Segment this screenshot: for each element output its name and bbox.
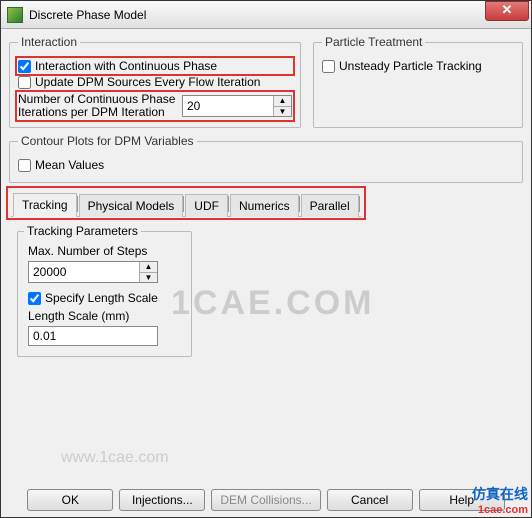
app-icon xyxy=(7,7,23,23)
injections-button[interactable]: Injections... xyxy=(119,489,205,511)
length-scale-input[interactable] xyxy=(28,326,158,346)
close-icon: ✕ xyxy=(502,2,513,17)
titlebar: Discrete Phase Model ✕ xyxy=(1,1,531,29)
spin-down-icon[interactable]: ▼ xyxy=(274,107,291,117)
chk-length-row: Specify Length Scale xyxy=(28,291,181,305)
tabstrip-highlight: Tracking Physical Models UDF Numerics Pa… xyxy=(9,189,363,217)
tab-parallel[interactable]: Parallel xyxy=(301,194,359,217)
length-scale-label: Length Scale (mm) xyxy=(28,309,181,323)
chk-unsteady-label: Unsteady Particle Tracking xyxy=(339,59,482,73)
chk-continuous-label: Interaction with Continuous Phase xyxy=(35,59,217,73)
iterations-spinner: ▲ ▼ xyxy=(182,95,292,117)
chk-continuous-phase[interactable] xyxy=(18,60,31,73)
cancel-button[interactable]: Cancel xyxy=(327,489,413,511)
chk-specify-length-scale[interactable] xyxy=(28,292,41,305)
max-steps-input[interactable] xyxy=(29,262,139,282)
chk-unsteady-tracking[interactable] xyxy=(322,60,335,73)
iterations-input[interactable] xyxy=(183,96,273,116)
ok-button[interactable]: OK xyxy=(27,489,113,511)
dialog-button-row: OK Injections... DEM Collisions... Cance… xyxy=(1,489,531,511)
dialog-window: Discrete Phase Model ✕ Interaction Inter… xyxy=(0,0,532,518)
spin-down-icon[interactable]: ▼ xyxy=(140,273,157,283)
particle-treatment-group: Particle Treatment Unsteady Particle Tra… xyxy=(313,35,523,128)
help-button[interactable]: Help xyxy=(419,489,505,511)
interaction-group: Interaction Interaction with Continuous … xyxy=(9,35,301,128)
window-title: Discrete Phase Model xyxy=(29,8,485,22)
chk-update-dpm-sources[interactable] xyxy=(18,76,31,89)
tab-tracking[interactable]: Tracking xyxy=(13,193,77,217)
tracking-params-legend: Tracking Parameters xyxy=(24,224,141,238)
dem-collisions-button[interactable]: DEM Collisions... xyxy=(211,489,320,511)
chk-mean-label: Mean Values xyxy=(35,158,104,172)
chk-mean-row: Mean Values xyxy=(18,158,514,172)
tab-numerics[interactable]: Numerics xyxy=(230,194,299,217)
chk-update-label: Update DPM Sources Every Flow Iteration xyxy=(35,75,260,89)
interaction-legend: Interaction xyxy=(18,35,80,49)
chk-update-row: Update DPM Sources Every Flow Iteration xyxy=(18,75,292,89)
iterations-spin-row: Number of Continuous Phase Iterations pe… xyxy=(18,93,292,119)
watermark-big: 1CAE.COM xyxy=(171,284,374,323)
dialog-body: Interaction Interaction with Continuous … xyxy=(1,29,531,517)
contour-legend: Contour Plots for DPM Variables xyxy=(18,134,197,148)
chk-unsteady-row: Unsteady Particle Tracking xyxy=(322,59,514,73)
chk-length-label: Specify Length Scale xyxy=(45,291,158,305)
tab-physical-models[interactable]: Physical Models xyxy=(79,194,184,217)
chk-mean-values[interactable] xyxy=(18,159,31,172)
particle-legend: Particle Treatment xyxy=(322,35,425,49)
watermark-url: www.1cae.com xyxy=(61,449,169,467)
max-steps-label: Max. Number of Steps xyxy=(28,244,181,258)
iterations-label: Number of Continuous Phase Iterations pe… xyxy=(18,93,178,119)
tabstrip: Tracking Physical Models UDF Numerics Pa… xyxy=(11,191,361,217)
tracking-parameters-group: Tracking Parameters Max. Number of Steps… xyxy=(17,231,192,357)
contour-group: Contour Plots for DPM Variables Mean Val… xyxy=(9,134,523,183)
chk-continuous-row: Interaction with Continuous Phase xyxy=(18,59,292,73)
max-steps-spinner: ▲ ▼ xyxy=(28,261,158,283)
close-button[interactable]: ✕ xyxy=(485,1,529,21)
spin-up-icon[interactable]: ▲ xyxy=(140,262,157,273)
spin-up-icon[interactable]: ▲ xyxy=(274,96,291,107)
tab-udf[interactable]: UDF xyxy=(185,194,228,217)
